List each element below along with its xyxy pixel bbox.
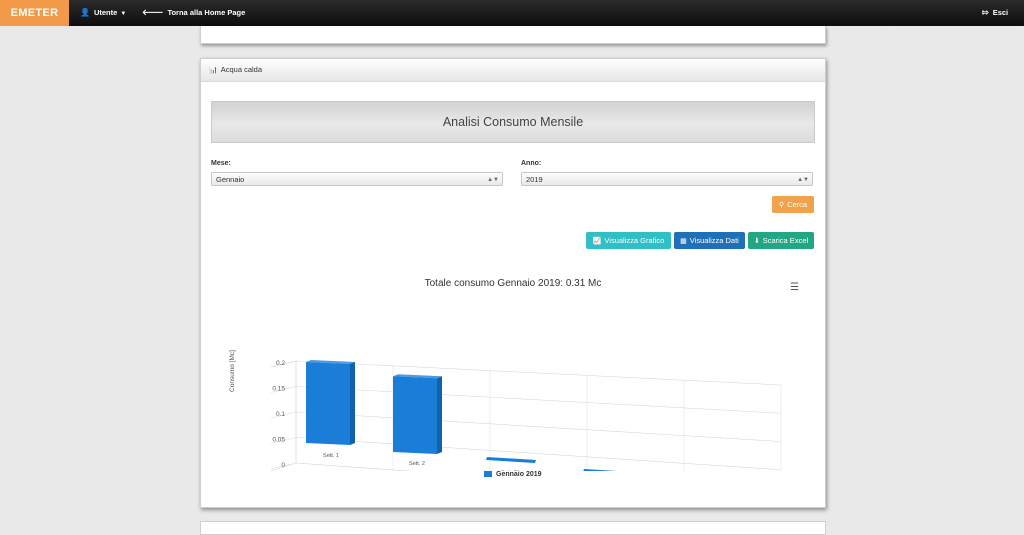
logout-label: Esci [992,8,1009,17]
y-tick-label: 0.1 [276,411,285,418]
top-navbar: EMETER 👤 Utente ▼ 🡐 Torna alla Home Page ⇰ E… [0,0,1024,26]
y-tick-label: 0.2 [276,360,285,367]
select-arrows-icon: ▲▼ [797,177,809,183]
y-tick-label: 0 [281,462,285,469]
x-tick-label: Sett. 2 [409,461,425,467]
download-excel-label: Scarica Excel [762,236,809,245]
bar-side [350,362,355,445]
hamburger-menu-icon[interactable]: ☰ [790,282,799,293]
next-panel [200,521,826,535]
select-arrows-icon: ▲▼ [487,177,499,183]
legend-series-name: Gennaio 2019 [496,471,542,478]
bar [583,469,617,471]
user-icon: 👤 [80,8,90,17]
panel-header: 📊 Acqua calda [201,59,825,82]
grid-line [295,360,782,386]
grid-line [295,386,782,414]
hot-water-panel: 📊 Acqua calda Analisi Consumo Mensile Mes… [200,58,826,508]
home-link-label: Torna alla Home Page [167,8,246,17]
chart-title: Totale consumo Gennaio 2019: 0.31 Mc [424,278,602,289]
grid-line [295,462,412,471]
download-excel-button[interactable]: ⬇ Scarica Excel [748,232,814,249]
table-icon: ▦ [680,238,687,245]
y-axis-label: Consumo [Mc] [229,350,236,392]
chart-floor [270,462,412,471]
caret-down-icon: ▼ [120,11,127,17]
show-chart-button[interactable]: 📈 Visualizza Grafico [586,232,671,249]
logout-link[interactable]: ⇰ Esci [982,0,1008,26]
show-chart-label: Visualizza Grafico [604,236,665,245]
show-data-button[interactable]: ▦ Visualizza Dati [674,232,745,249]
month-label: Mese: [211,160,231,167]
month-select[interactable]: Gennaio ▲▼ [211,172,503,186]
bar [486,457,536,463]
sign-out-icon: ⇰ [982,8,989,17]
month-select-value: Gennaio [216,175,245,184]
year-select[interactable]: 2019 ▲▼ [521,172,813,186]
legend-swatch [484,471,492,478]
area-chart-icon: 📈 [592,238,602,245]
year-select-value: 2019 [526,175,543,184]
arrow-left-icon: 🡐 [142,8,164,17]
bar-side [437,376,442,454]
analysis-banner: Analisi Consumo Mensile [211,101,815,143]
user-menu[interactable]: 👤 Utente ▼ [80,0,126,26]
search-icon: ⚲ [778,202,785,209]
brand-logo[interactable]: EMETER [0,0,69,26]
chart-legend[interactable]: Gennaio 2019 [484,471,542,478]
search-button-label: Cerca [787,200,808,209]
home-link[interactable]: 🡐 Torna alla Home Page [142,0,245,26]
bar [306,362,350,445]
user-menu-label: Utente [93,8,118,17]
bar-chart-icon: 📊 [209,67,218,74]
grid-line [295,437,782,471]
show-data-label: Visualizza Dati [689,236,739,245]
x-tick-label: Sett. 1 [323,453,339,459]
previous-panel [200,26,826,44]
bar [393,376,437,454]
download-icon: ⬇ [753,238,760,245]
panel-title: Acqua calda [220,65,262,74]
y-tick-label: 0.05 [272,437,285,444]
y-tick-label: 0.15 [272,386,285,393]
year-label: Anno: [521,160,542,167]
consumption-chart: 00.050.10.150.2 Sett. 1Sett. 2Sett. 3Set… [229,350,782,471]
search-button[interactable]: ⚲ Cerca [772,196,814,213]
grid-line [295,411,782,442]
